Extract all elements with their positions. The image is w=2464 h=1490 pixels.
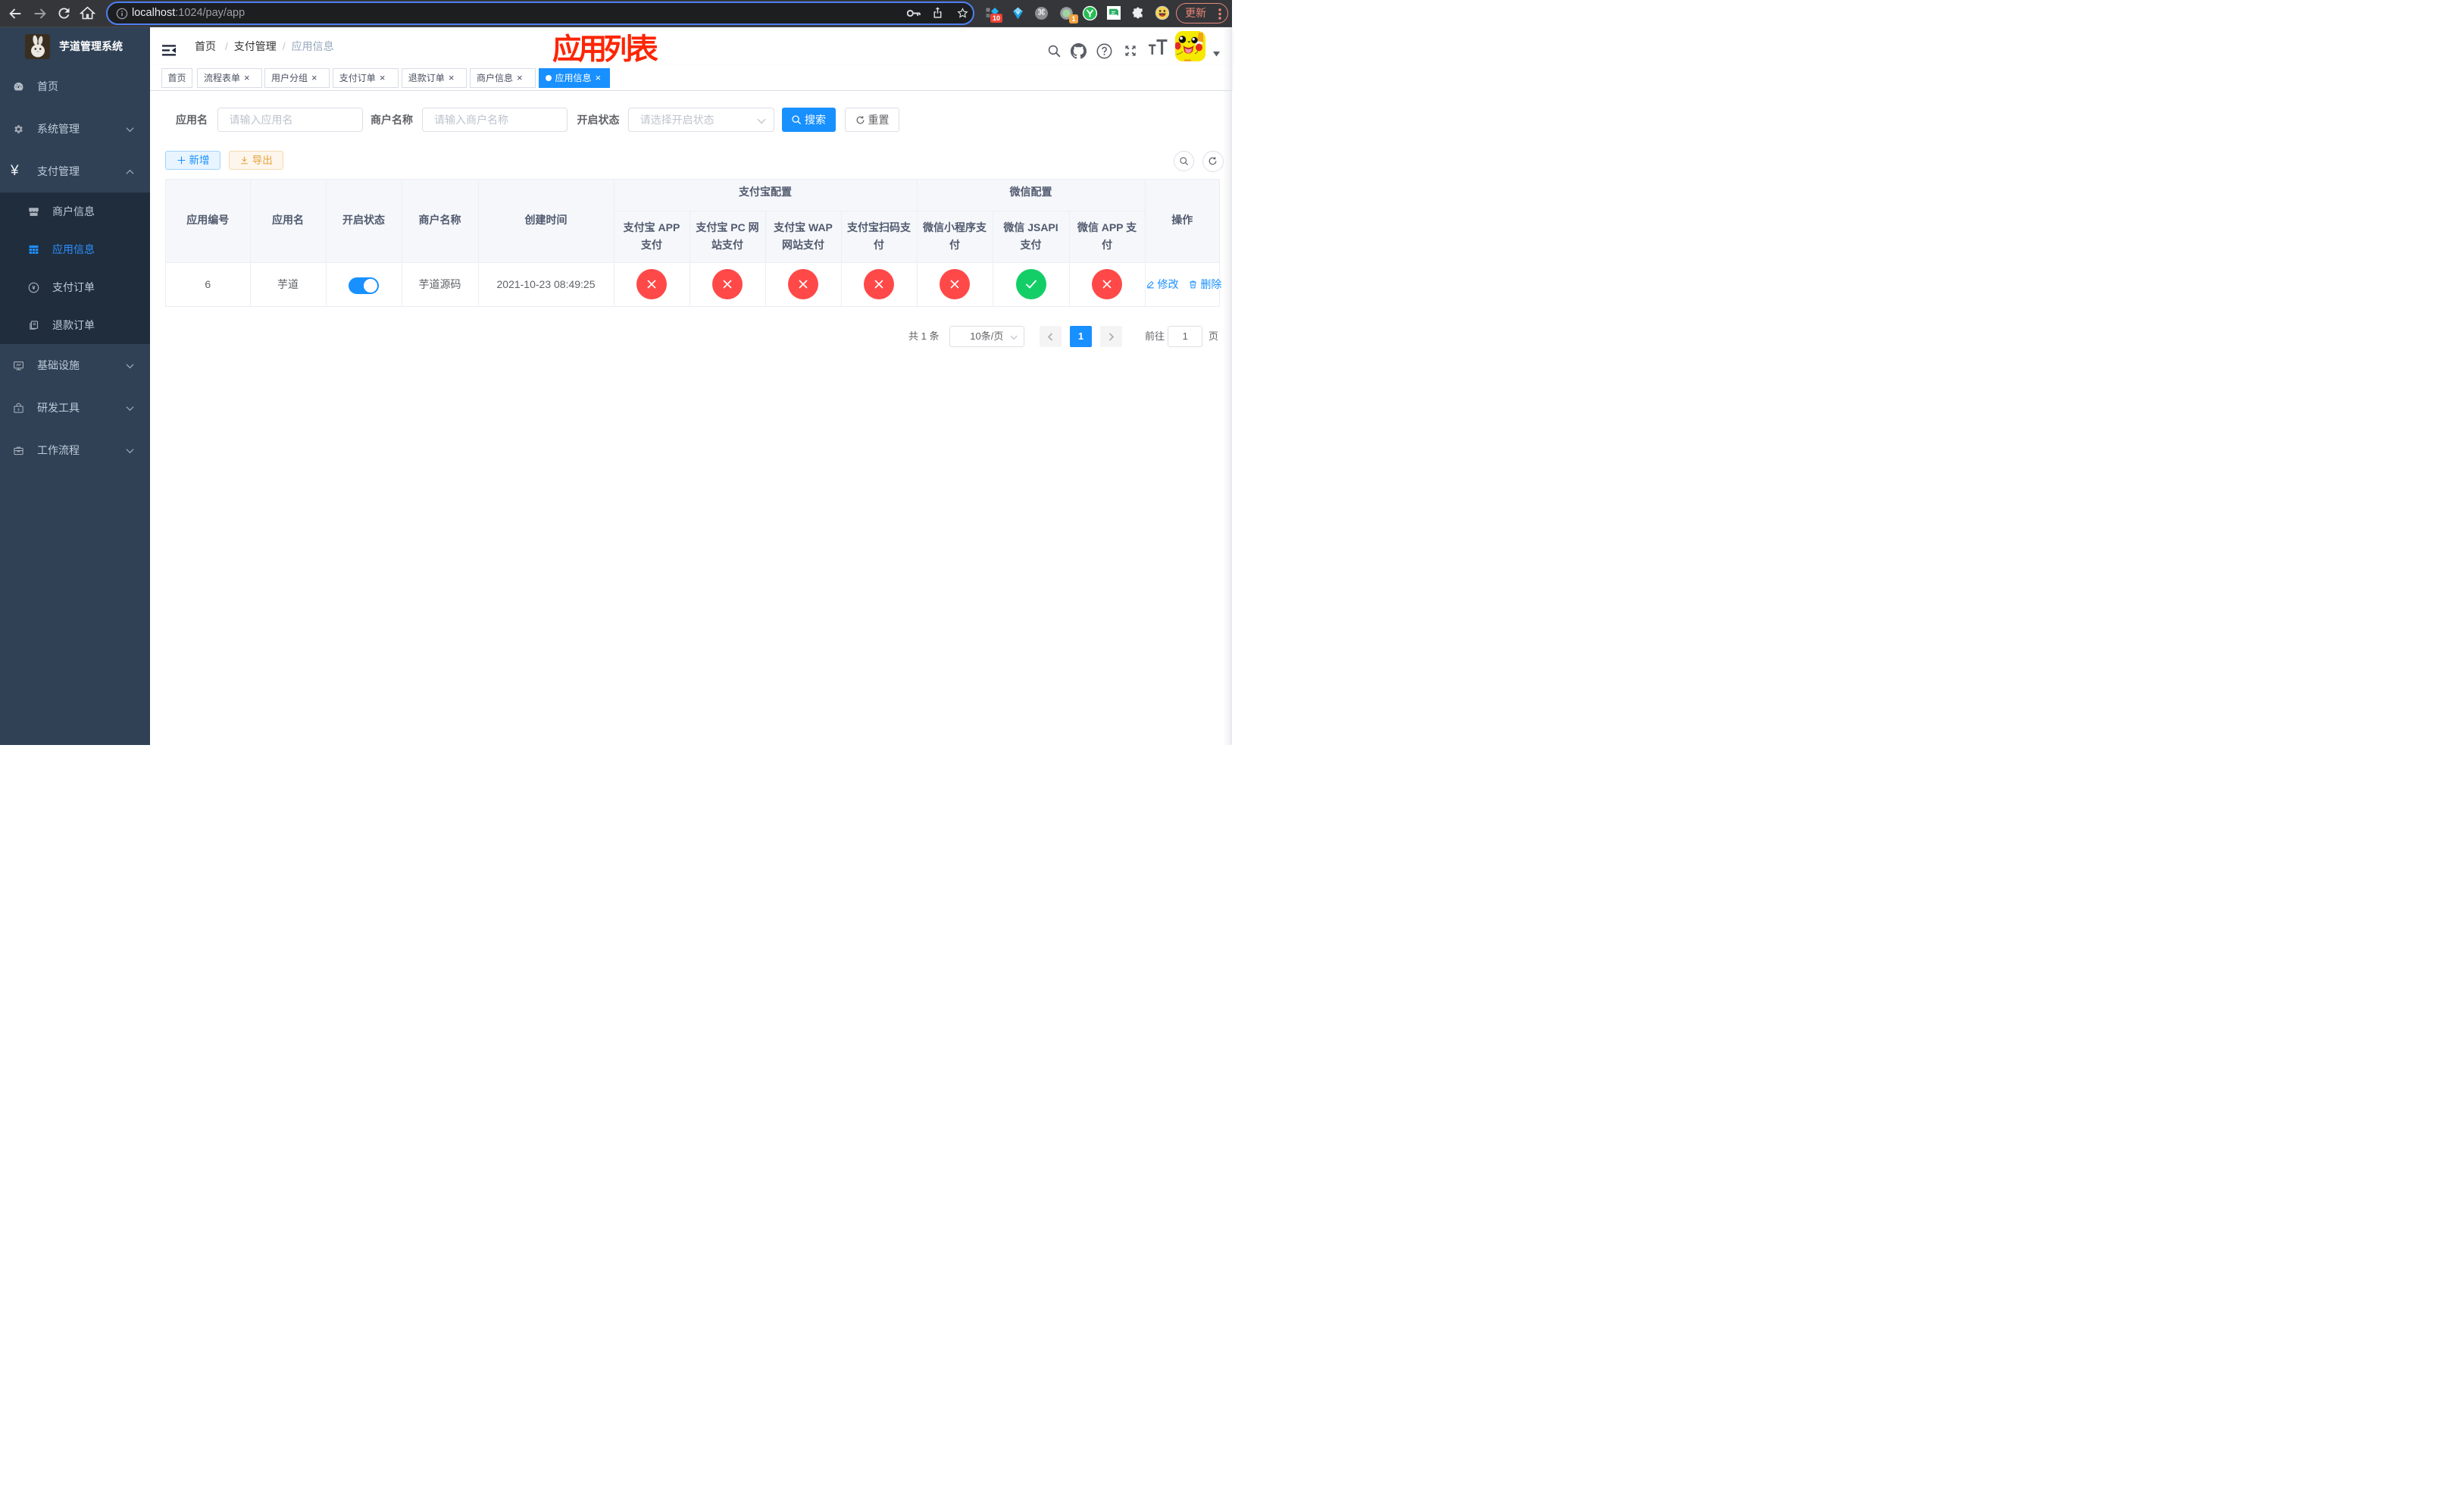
svg-text:¥: ¥	[32, 284, 36, 291]
